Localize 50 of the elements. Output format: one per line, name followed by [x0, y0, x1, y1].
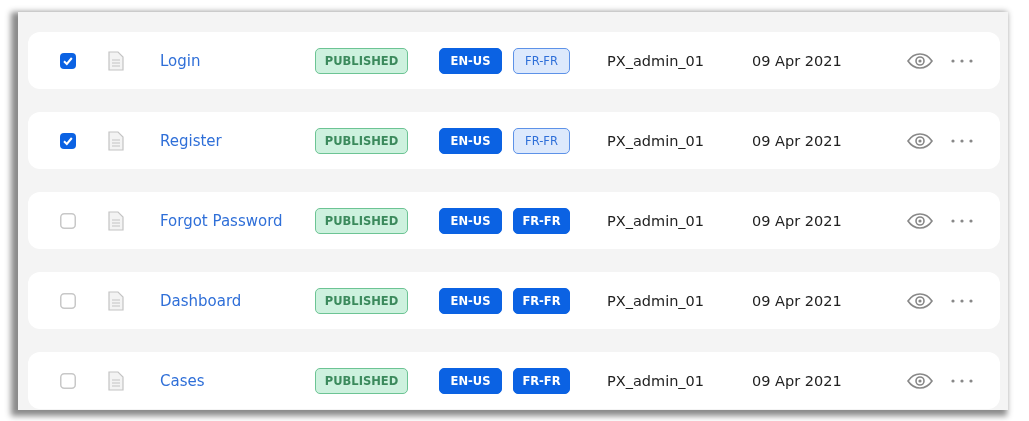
- status-badge: PUBLISHED: [315, 127, 408, 154]
- page-link[interactable]: Login: [160, 51, 315, 70]
- date-text: 09 Apr 2021: [752, 52, 843, 69]
- document-icon: [108, 290, 124, 311]
- document-icon: [108, 370, 124, 391]
- eye-icon[interactable]: [907, 292, 933, 309]
- more-icon[interactable]: [951, 58, 973, 63]
- more-icon[interactable]: [951, 138, 973, 143]
- locale-tag[interactable]: FR-FR: [513, 127, 570, 154]
- author-text: PX_admin_01: [607, 132, 706, 149]
- status-badge: PUBLISHED: [315, 207, 408, 234]
- locale-tag[interactable]: EN-US: [439, 287, 502, 314]
- author-text: PX_admin_01: [607, 292, 706, 309]
- date-text: 09 Apr 2021: [752, 132, 843, 149]
- checkbox[interactable]: [60, 212, 76, 229]
- page-link[interactable]: Register: [160, 131, 315, 150]
- checkbox[interactable]: [60, 292, 76, 309]
- document-icon: [108, 50, 124, 71]
- author-text: PX_admin_01: [607, 52, 706, 69]
- eye-icon[interactable]: [907, 212, 933, 229]
- eye-icon[interactable]: [907, 132, 933, 149]
- page-link[interactable]: Forgot Password: [160, 211, 315, 230]
- document-icon: [108, 210, 124, 231]
- author-text: PX_admin_01: [607, 372, 706, 389]
- more-icon[interactable]: [951, 378, 973, 383]
- status-badge: PUBLISHED: [315, 287, 408, 314]
- locale-tag[interactable]: FR-FR: [513, 47, 570, 74]
- eye-icon[interactable]: [907, 52, 933, 69]
- more-icon[interactable]: [951, 298, 973, 303]
- status-badge: PUBLISHED: [315, 47, 408, 74]
- checkbox[interactable]: [60, 372, 76, 389]
- checkbox[interactable]: [60, 52, 76, 69]
- page-link[interactable]: Cases: [160, 371, 315, 390]
- eye-icon[interactable]: [907, 372, 933, 389]
- locale-tag[interactable]: EN-US: [439, 47, 502, 74]
- locale-tag[interactable]: EN-US: [439, 207, 502, 234]
- locale-tag[interactable]: FR-FR: [513, 207, 570, 234]
- status-badge: PUBLISHED: [315, 367, 408, 394]
- date-text: 09 Apr 2021: [752, 292, 843, 309]
- date-text: 09 Apr 2021: [752, 212, 843, 229]
- checkbox[interactable]: [60, 132, 76, 149]
- locale-tag[interactable]: FR-FR: [513, 287, 570, 314]
- locale-tag[interactable]: EN-US: [439, 127, 502, 154]
- page-link[interactable]: Dashboard: [160, 291, 315, 310]
- date-text: 09 Apr 2021: [752, 372, 843, 389]
- author-text: PX_admin_01: [607, 212, 706, 229]
- document-icon: [108, 130, 124, 151]
- more-icon[interactable]: [951, 218, 973, 223]
- locale-tag[interactable]: FR-FR: [513, 367, 570, 394]
- locale-tag[interactable]: EN-US: [439, 367, 502, 394]
